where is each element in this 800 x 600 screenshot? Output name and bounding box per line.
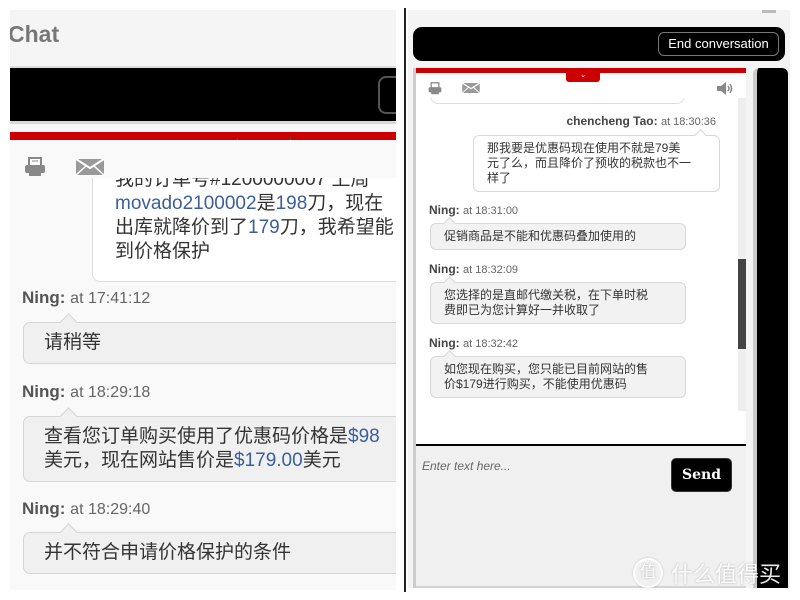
chevron-down-icon: ⌄ xyxy=(580,72,586,79)
chat-titlebar: Chat xyxy=(10,10,396,68)
speaker-icon[interactable] xyxy=(717,82,733,95)
message-meta: chencheng Tao: at 18:30:36 xyxy=(566,114,716,128)
end-conversation-button[interactable]: End conversation xyxy=(658,32,779,56)
message-bubble-agent: 您选择的是直邮代缴关税，在下单时税 费即已为您计算好一并收取了 xyxy=(430,282,686,324)
message-line: 那我要是优惠码现在使用不就是79美 xyxy=(487,141,681,155)
message-meta: Ning: at 17:41:12 xyxy=(22,288,150,308)
text-fragment: 美元，现在网站售价是 xyxy=(44,450,235,471)
message-line: 价$179进行购买，不能使用优惠码 xyxy=(444,377,627,391)
timestamp: at 18:32:09 xyxy=(463,264,519,276)
print-icon[interactable] xyxy=(428,82,442,95)
sender-name: Ning: xyxy=(22,288,66,307)
text-fragment: 美元 xyxy=(302,450,341,471)
watermark-text: 什么值得买 xyxy=(671,562,782,587)
price-value: $98 xyxy=(348,426,380,447)
text-fragment: 查看您订单购买使用了优惠码价格是 xyxy=(44,426,349,447)
message-text: 我的订单号#1200000007 上周 movado2100002是198刀，现… xyxy=(115,178,394,264)
message-line: 美元，现在网站售价是$179.00美元 xyxy=(44,449,396,473)
message-bubble-agent: 请稍等 xyxy=(23,322,396,364)
message-meta: Ning: at 18:31:00 xyxy=(429,203,518,217)
timestamp: at 17:41:12 xyxy=(70,290,151,307)
sender-name: Ning: xyxy=(22,382,66,401)
timestamp: at 18:32:42 xyxy=(463,338,519,350)
mail-icon[interactable] xyxy=(76,159,104,175)
side-panel xyxy=(753,68,788,588)
price-value: $179.00 xyxy=(234,450,303,471)
scrollbar-track[interactable] xyxy=(738,98,746,411)
text-fragment: 是 xyxy=(256,193,276,214)
sender-name: Ning: xyxy=(429,203,460,217)
message-meta-clipped: chencheng Tao: at 18:33:57 xyxy=(561,406,734,411)
chat-header-bar: End conversation xyxy=(413,27,785,61)
text-fragment: 刀，现在 xyxy=(307,193,384,214)
message-line: 您选择的是直邮代缴关税，在下单时税 xyxy=(444,288,649,302)
message-list: chencheng Tao: at 18:30:36 那我要是优惠码现在使用不就… xyxy=(416,98,734,411)
message-line: 查看您订单购买使用了优惠码价格是$98 xyxy=(44,425,396,449)
message-line: 出库就降价到了179刀，我希望能 xyxy=(115,216,394,240)
chat-transcript: 我的订单号#1200000007 上周 movado2100002是198刀，现… xyxy=(10,140,396,590)
scrollbar-thumb[interactable] xyxy=(738,259,746,349)
chat-header-bar xyxy=(10,68,396,124)
product-code: movado2100002 xyxy=(115,193,257,214)
message-bubble-agent: 并不符合申请价格保护的条件 xyxy=(23,532,396,574)
timestamp: at 18:29:40 xyxy=(70,501,151,518)
sender-name: Ning: xyxy=(429,336,460,350)
message-line: 费即已为您计算好一并收取了 xyxy=(444,303,601,317)
message-line: 样了 xyxy=(487,171,512,185)
message-text: 并不符合申请价格保护的条件 xyxy=(44,542,292,563)
collapse-toggle[interactable]: ⌄ xyxy=(566,72,600,82)
message-input[interactable] xyxy=(422,454,662,478)
chat-transcript-panel: ⌄ chencheng Tao: at 18:30:36 那我要是优惠码现在使用… xyxy=(413,68,746,588)
sender-name: Ning: xyxy=(429,262,460,276)
message-bubble-user: 那我要是优惠码现在使用不就是79美 元了么，而且降价了预收的税款也不一 样了 xyxy=(473,135,720,192)
text-fragment: 刀，我希望能 xyxy=(279,217,394,238)
text-fragment: 出库就降价到了 xyxy=(115,217,249,238)
message-line: movado2100002是198刀，现在 xyxy=(115,192,394,216)
message-text: 请稍等 xyxy=(44,332,102,353)
message-bubble-agent: 促销商品是不能和优惠码叠加使用的 xyxy=(430,223,686,250)
composite-screenshot: Chat ⌄ 我的订单号#1200000007 xyxy=(0,0,800,600)
timestamp: at 18:31:00 xyxy=(463,205,519,217)
message-bubble-agent: 如您现在购买，您只能已目前网站的售 价$179进行购买，不能使用优惠码 xyxy=(430,356,686,398)
message-line: 到价格保护 xyxy=(115,241,211,262)
timestamp: at 18:29:18 xyxy=(70,384,151,401)
message-meta: Ning: at 18:29:18 xyxy=(22,382,150,402)
watermark: 值 什么值得买 xyxy=(633,555,781,591)
sender-name: Ning: xyxy=(22,499,66,518)
sender-name: chencheng Tao: xyxy=(566,114,658,128)
price-value: 198 xyxy=(275,193,308,214)
message-line: 促销商品是不能和优惠码叠加使用的 xyxy=(444,229,637,243)
message-meta: Ning: at 18:32:09 xyxy=(429,262,518,276)
message-line: 如您现在购买，您只能已目前网站的售 xyxy=(444,362,649,376)
message-meta: Ning: at 18:29:40 xyxy=(22,499,150,519)
message-bubble-clipped xyxy=(430,98,685,104)
price-value: 179 xyxy=(248,217,280,238)
accent-line xyxy=(10,132,396,140)
message-bubble-user-clipped: 我的订单号#1200000007 上周 movado2100002是198刀，现… xyxy=(92,178,396,282)
mail-icon[interactable] xyxy=(462,83,480,93)
message-line: 我的订单号#1200000007 上周 xyxy=(115,178,370,190)
end-conversation-button-partial[interactable] xyxy=(378,76,396,114)
send-button[interactable]: Send xyxy=(671,458,732,492)
message-line: 元了么，而且降价了预收的税款也不一 xyxy=(487,156,692,170)
panel-divider xyxy=(404,8,406,592)
print-icon[interactable] xyxy=(24,157,46,177)
watermark-logo-icon: 值 xyxy=(633,558,663,588)
timestamp: at 18:30:36 xyxy=(660,116,716,128)
message-bubble-agent: 查看您订单购买使用了优惠码价格是$98 美元，现在网站售价是$179.00美元 xyxy=(23,416,396,482)
chat-window: End conversation ⌄ chencheng Tao: at 18:… xyxy=(408,10,790,588)
zoomed-chat-panel: Chat ⌄ 我的订单号#1200000007 xyxy=(10,10,396,590)
message-meta: Ning: at 18:32:42 xyxy=(429,336,518,350)
minimize-icon[interactable] xyxy=(762,10,776,13)
chat-title: Chat xyxy=(10,21,60,47)
